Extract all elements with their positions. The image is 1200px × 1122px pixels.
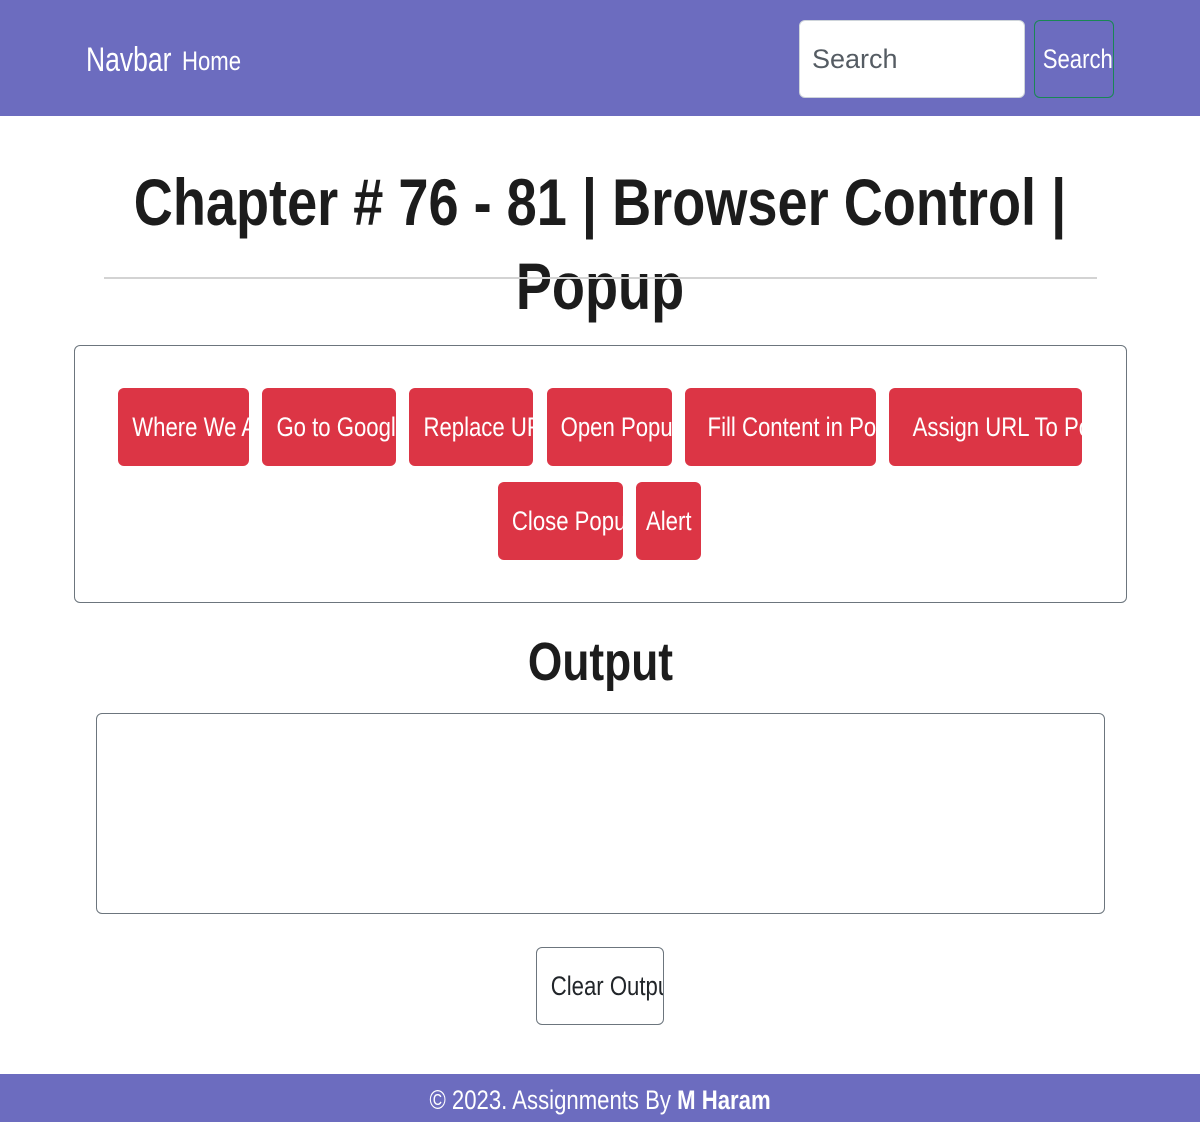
open-popup-button[interactable]: Open Popup (547, 388, 672, 466)
search-button[interactable]: Search (1034, 20, 1114, 98)
where-we-at-button[interactable]: Where We At (118, 388, 249, 466)
footer-author: M Haram (677, 1085, 771, 1115)
controls-panel (74, 345, 1127, 603)
search-button-label: Search (1042, 43, 1113, 74)
page-title-text: Chapter # 76 - 81 | Browser Control | Po… (133, 165, 1067, 323)
footer-text: © 2023. Assignments By M Haram (429, 1074, 770, 1122)
search-input[interactable] (799, 20, 1025, 98)
output-heading-text: Output (527, 632, 673, 692)
go-to-google-button[interactable]: Go to Google (262, 388, 396, 466)
nav-link-home[interactable]: Home (182, 44, 241, 78)
navbar: Navbar Home Search (0, 0, 1200, 116)
assign-url-to-popup-button[interactable]: Assign URL To Popup (889, 388, 1082, 466)
replace-url-label: Replace URL (423, 412, 533, 442)
assign-url-label: Assign URL To Popup (912, 412, 1082, 442)
clear-output-button[interactable]: Clear Output (536, 947, 664, 1025)
navbar-brand[interactable]: Navbar (86, 38, 171, 82)
output-box (96, 713, 1105, 914)
output-heading: Output (0, 628, 1200, 696)
fill-content-label: Fill Content in Popup (707, 412, 876, 442)
where-we-at-label: Where We At (132, 412, 249, 442)
alert-label: Alert (645, 506, 692, 536)
replace-url-button[interactable]: Replace URL (409, 388, 533, 466)
go-to-google-label: Go to Google (276, 412, 396, 442)
alert-button[interactable]: Alert (636, 482, 701, 560)
close-popup-button[interactable]: Close Popup (498, 482, 623, 560)
footer: © 2023. Assignments By M Haram (0, 1074, 1200, 1122)
title-divider (104, 277, 1097, 279)
clear-output-label: Clear Output (550, 970, 664, 1001)
page-title: Chapter # 76 - 81 | Browser Control | Po… (0, 160, 1200, 328)
open-popup-label: Open Popup (560, 412, 672, 442)
fill-content-in-popup-button[interactable]: Fill Content in Popup (685, 388, 876, 466)
close-popup-label: Close Popup (511, 506, 623, 536)
footer-copyright: © 2023. Assignments By (429, 1085, 678, 1115)
